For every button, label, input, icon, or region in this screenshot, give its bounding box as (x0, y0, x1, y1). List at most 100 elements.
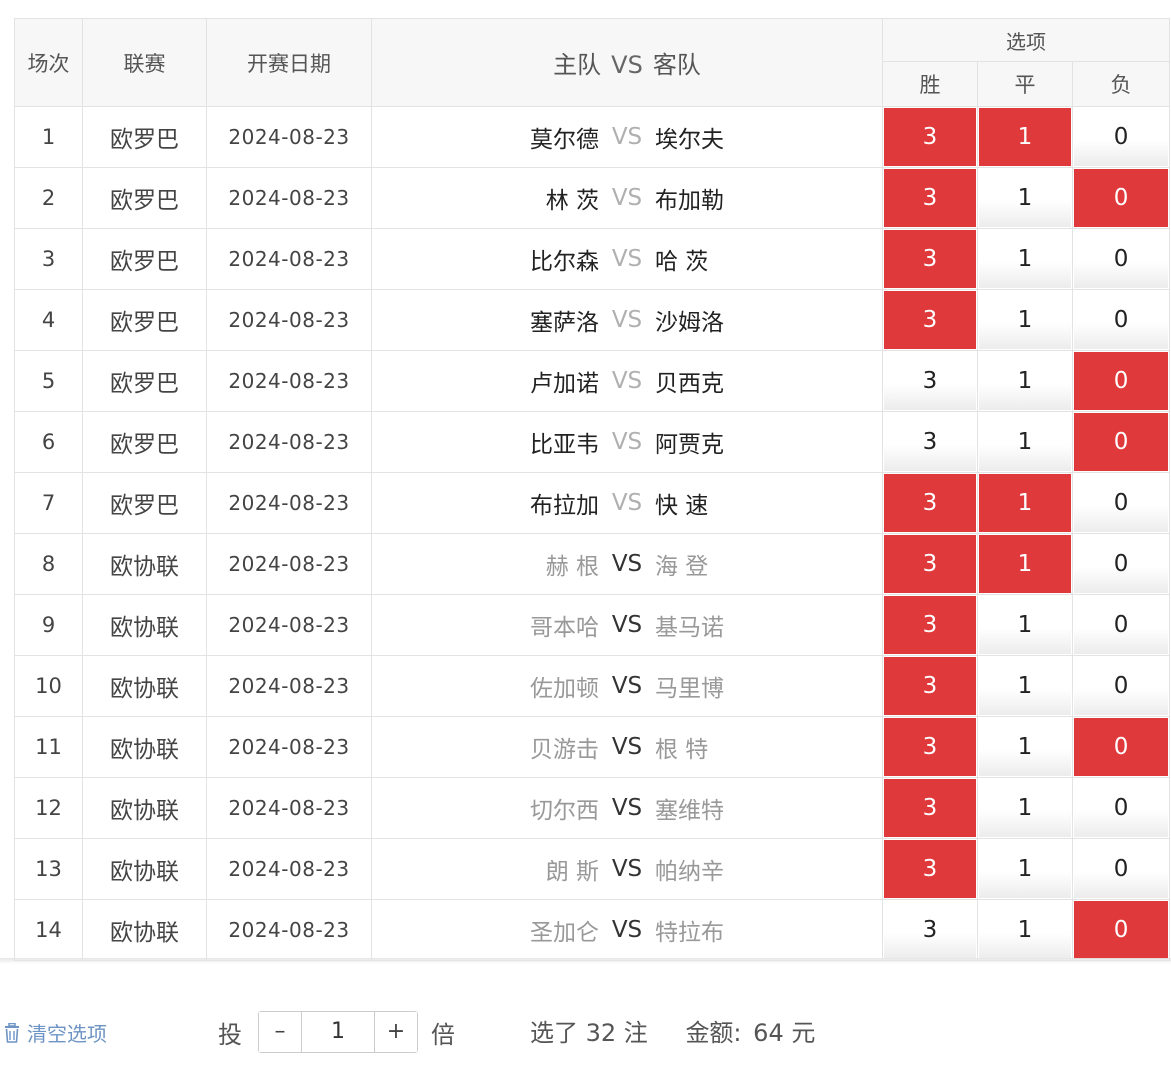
option-win-button[interactable]: 3 (884, 840, 976, 898)
option-draw-button[interactable]: 1 (979, 169, 1071, 227)
option-draw-button[interactable]: 1 (979, 535, 1071, 593)
amount-label: 金额: (685, 1019, 742, 1047)
clear-selection-button[interactable]: 清空选项 (3, 1018, 107, 1047)
option-lose-button[interactable]: 0 (1074, 535, 1169, 593)
increase-button[interactable]: + (374, 1012, 417, 1052)
header-home: 主队 (553, 51, 602, 79)
option-cell-lose: 0 (1071, 777, 1171, 839)
home-team: 朗 斯 (545, 859, 599, 885)
option-lose-button[interactable]: 0 (1074, 901, 1169, 959)
away-team: 基马诺 (655, 615, 724, 641)
match-teams: 林 茨 VS 布加勒 (371, 167, 883, 229)
match-row: 13 欧协联 2024-08-23 朗 斯 VS 帕纳辛 3 1 0 (14, 838, 1171, 900)
match-date: 2024-08-23 (206, 106, 372, 168)
match-teams: 塞萨洛 VS 沙姆洛 (371, 289, 883, 351)
option-draw-button[interactable]: 1 (979, 840, 1071, 898)
option-cell-win: 3 (882, 472, 978, 534)
option-win-button[interactable]: 3 (884, 291, 976, 349)
option-draw-button[interactable]: 1 (979, 779, 1071, 837)
option-win-button[interactable]: 3 (884, 230, 976, 288)
match-number: 5 (14, 350, 83, 412)
match-date: 2024-08-23 (206, 472, 372, 534)
option-draw-button[interactable]: 1 (979, 413, 1071, 471)
match-row: 4 欧罗巴 2024-08-23 塞萨洛 VS 沙姆洛 3 1 0 (14, 289, 1171, 351)
option-win-button[interactable]: 3 (884, 535, 976, 593)
option-win-button[interactable]: 3 (884, 901, 976, 959)
match-number: 12 (14, 777, 83, 839)
match-number: 8 (14, 533, 83, 595)
match-row: 1 欧罗巴 2024-08-23 莫尔德 VS 埃尔夫 3 1 0 (14, 106, 1171, 168)
option-lose-button[interactable]: 0 (1074, 718, 1169, 776)
option-cell-draw: 1 (977, 350, 1073, 412)
away-team: 塞维特 (655, 798, 724, 824)
match-teams: 比亚韦 VS 阿贾克 (371, 411, 883, 473)
option-lose-button[interactable]: 0 (1074, 230, 1169, 288)
option-win-button[interactable]: 3 (884, 474, 976, 532)
option-lose-button[interactable]: 0 (1074, 169, 1169, 227)
option-cell-win: 3 (882, 350, 978, 412)
option-cell-lose: 0 (1071, 350, 1171, 412)
option-draw-button[interactable]: 1 (979, 596, 1071, 654)
vs-label: VS (611, 368, 643, 394)
option-draw-button[interactable]: 1 (979, 657, 1071, 715)
option-draw-button[interactable]: 1 (979, 291, 1071, 349)
away-team: 布加勒 (655, 188, 724, 214)
bet-footer: 清空选项 投 – 1 + 倍 选了 32 注 金额: 64 元 (0, 1000, 1171, 1060)
vs-label: VS (611, 917, 643, 943)
away-team: 阿贾克 (655, 432, 724, 458)
option-draw-button[interactable]: 1 (979, 718, 1071, 776)
option-draw-button[interactable]: 1 (979, 230, 1071, 288)
match-row: 9 欧协联 2024-08-23 哥本哈 VS 基马诺 3 1 0 (14, 594, 1171, 656)
option-lose-button[interactable]: 0 (1074, 596, 1169, 654)
option-win-button[interactable]: 3 (884, 596, 976, 654)
option-win-button[interactable]: 3 (884, 352, 976, 410)
option-draw-button[interactable]: 1 (979, 352, 1071, 410)
option-cell-draw: 1 (977, 594, 1073, 656)
option-win-button[interactable]: 3 (884, 413, 976, 471)
option-cell-lose: 0 (1071, 899, 1171, 961)
option-cell-lose: 0 (1071, 289, 1171, 351)
option-lose-button[interactable]: 0 (1074, 108, 1169, 166)
vs-label: VS (611, 185, 643, 211)
match-number: 6 (14, 411, 83, 473)
option-win-button[interactable]: 3 (884, 718, 976, 776)
option-cell-win: 3 (882, 167, 978, 229)
option-lose-button[interactable]: 0 (1074, 352, 1169, 410)
match-date: 2024-08-23 (206, 777, 372, 839)
option-win-button[interactable]: 3 (884, 108, 976, 166)
multiplier-input[interactable]: 1 (302, 1012, 374, 1052)
option-lose-button[interactable]: 0 (1074, 657, 1169, 715)
option-draw-button[interactable]: 1 (979, 108, 1071, 166)
option-cell-win: 3 (882, 716, 978, 778)
match-table-container: 场次 联赛 开赛日期 主队 VS 客队 选项 胜 平 负 1 欧罗巴 2024-08-2… (14, 18, 1171, 961)
option-draw-button[interactable]: 1 (979, 474, 1071, 532)
match-row: 10 欧协联 2024-08-23 佐加顿 VS 马里博 3 1 0 (14, 655, 1171, 717)
option-lose-button[interactable]: 0 (1074, 291, 1169, 349)
match-row: 3 欧罗巴 2024-08-23 比尔森 VS 哈 茨310 (14, 228, 1171, 290)
option-cell-draw: 1 (977, 472, 1073, 534)
header-date: 开赛日期 (206, 18, 372, 107)
match-number: 14 (14, 899, 83, 961)
home-team: 佐加顿 (530, 676, 599, 702)
option-lose-button[interactable]: 0 (1074, 413, 1169, 471)
option-draw-button[interactable]: 1 (979, 901, 1071, 959)
decrease-button[interactable]: – (259, 1012, 302, 1052)
league-name: 欧协联 (82, 716, 207, 778)
option-win-button[interactable]: 3 (884, 169, 976, 227)
match-number: 7 (14, 472, 83, 534)
option-lose-button[interactable]: 0 (1074, 779, 1169, 837)
option-lose-button[interactable]: 0 (1074, 840, 1169, 898)
league-name: 欧罗巴 (82, 350, 207, 412)
home-team: 塞萨洛 (530, 310, 599, 336)
header-away: 客队 (652, 51, 701, 79)
option-cell-win: 3 (882, 289, 978, 351)
option-lose-button[interactable]: 0 (1074, 474, 1169, 532)
option-win-button[interactable]: 3 (884, 779, 976, 837)
league-name: 欧协联 (82, 777, 207, 839)
option-win-button[interactable]: 3 (884, 657, 976, 715)
bet-summary: 选了 32 注 金额: 64 元 (530, 1013, 819, 1048)
option-cell-draw: 1 (977, 777, 1073, 839)
match-teams: 哥本哈 VS 基马诺 (371, 594, 883, 656)
amount-value: 64 元 (753, 1019, 816, 1047)
match-teams: 卢加诺 VS 贝西克 (371, 350, 883, 412)
